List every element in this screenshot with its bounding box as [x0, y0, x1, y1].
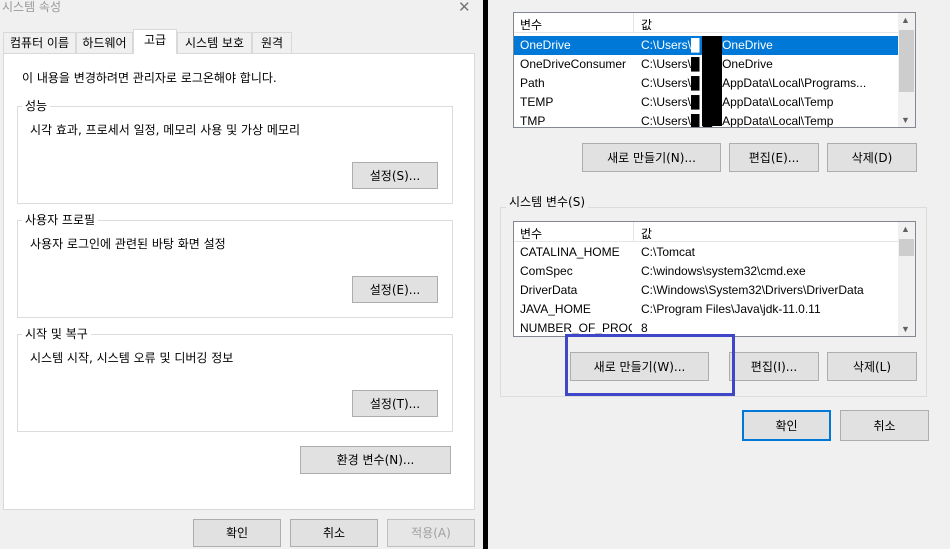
user-variables-scrollbar[interactable]: ▲ ▼ — [898, 13, 915, 127]
tab-hardware[interactable]: 하드웨어 — [76, 32, 133, 54]
column-value[interactable]: 값 — [641, 16, 652, 33]
user-profile-label: 사용자 프로필 — [22, 213, 99, 227]
row-variable: CATALINA_HOME — [520, 245, 620, 259]
system-delete-button[interactable]: 삭제(L) — [827, 352, 917, 381]
user-edit-button[interactable]: 편집(E)... — [729, 143, 819, 172]
cancel-button[interactable]: 취소 — [290, 519, 378, 547]
column-variable[interactable]: 변수 — [520, 16, 542, 33]
user-profile-group — [17, 220, 453, 318]
performance-desc: 시각 효과, 프로세서 일정, 메모리 사용 및 가상 메모리 — [30, 123, 300, 137]
startup-recovery-settings-button[interactable]: 설정(T)... — [352, 390, 438, 417]
system-edit-button[interactable]: 편집(I)... — [729, 352, 819, 381]
table-row[interactable]: DriverData C:\Windows\System32\Drivers\D… — [514, 281, 899, 300]
environment-variables-button[interactable]: 환경 변수(N)... — [300, 446, 451, 474]
highlight-annotation — [565, 334, 735, 396]
performance-label: 성능 — [22, 99, 51, 113]
performance-settings-button[interactable]: 설정(S)... — [352, 162, 438, 189]
user-profile-settings-button[interactable]: 설정(E)... — [352, 276, 438, 303]
scroll-down-icon[interactable]: ▼ — [901, 115, 910, 125]
system-variables-label: 시스템 변수(S) — [506, 195, 588, 209]
scroll-thumb[interactable] — [899, 239, 914, 256]
user-new-button[interactable]: 새로 만들기(N)... — [582, 143, 721, 172]
env-ok-button[interactable]: 확인 — [742, 410, 831, 441]
startup-recovery-desc: 시스템 시작, 시스템 오류 및 디버깅 정보 — [30, 351, 234, 365]
redaction-bar — [702, 36, 722, 126]
window-title: 시스템 속성 — [2, 0, 62, 14]
tab-advanced[interactable]: 고급 — [133, 29, 177, 54]
tab-computer-name[interactable]: 컴퓨터 이름 — [3, 32, 76, 54]
row-value: C:\Users\█ ▇0\AppData\Local\Temp — [641, 95, 834, 109]
row-value: C:\Windows\System32\Drivers\DriverData — [641, 283, 864, 297]
row-value: C:\Program Files\Java\jdk-11.0.11 — [641, 302, 821, 316]
startup-recovery-label: 시작 및 복구 — [22, 327, 91, 341]
row-variable: Path — [520, 76, 545, 90]
row-variable: ComSpec — [520, 264, 573, 278]
scroll-down-icon[interactable]: ▼ — [901, 324, 910, 334]
admin-notice: 이 내용을 변경하려면 관리자로 로그온해야 합니다. — [22, 71, 277, 85]
column-value[interactable]: 값 — [641, 225, 652, 242]
row-value: C:\windows\system32\cmd.exe — [641, 264, 806, 278]
column-variable[interactable]: 변수 — [520, 225, 542, 242]
system-variables-header: 변수 값 — [514, 222, 899, 242]
env-cancel-button[interactable]: 취소 — [840, 410, 929, 441]
performance-group — [17, 106, 453, 204]
row-variable: JAVA_HOME — [520, 302, 591, 316]
user-variables-header: 변수 값 — [514, 13, 899, 33]
table-row[interactable]: JAVA_HOME C:\Program Files\Java\jdk-11.0… — [514, 300, 899, 319]
tab-system-protection[interactable]: 시스템 보호 — [177, 32, 252, 54]
ok-button[interactable]: 확인 — [193, 519, 281, 547]
table-row[interactable]: CATALINA_HOME C:\Tomcat — [514, 243, 899, 262]
row-variable: OneDriveConsumer — [520, 57, 627, 71]
system-variables-list[interactable]: 변수 값 CATALINA_HOME C:\Tomcat ComSpec C:\… — [513, 221, 916, 337]
apply-button[interactable]: 적용(A) — [387, 519, 475, 547]
system-variables-scrollbar[interactable]: ▲ ▼ — [898, 222, 915, 336]
row-variable: TMP — [520, 114, 546, 128]
tab-remote[interactable]: 원격 — [252, 32, 292, 54]
row-value: C:\Tomcat — [641, 245, 696, 259]
row-value: C:\Users\█ ▇0\AppData\Local\Programs... — [641, 76, 867, 90]
system-properties-window: 시스템 속성 ✕ 컴퓨터 이름 하드웨어 고급 시스템 보호 원격 이 내용을 … — [0, 0, 483, 549]
scroll-up-icon[interactable]: ▲ — [901, 15, 910, 25]
table-row[interactable]: ComSpec C:\windows\system32\cmd.exe — [514, 262, 899, 281]
close-icon[interactable]: ✕ — [458, 0, 471, 15]
user-profile-desc: 사용자 로그인에 관련된 바탕 화면 설정 — [30, 237, 226, 251]
row-variable: DriverData — [520, 283, 578, 297]
startup-recovery-group — [17, 334, 453, 432]
row-variable: OneDrive — [520, 38, 571, 52]
row-variable: TEMP — [520, 95, 554, 109]
scroll-up-icon[interactable]: ▲ — [901, 224, 910, 234]
user-delete-button[interactable]: 삭제(D) — [827, 143, 917, 172]
scroll-thumb[interactable] — [899, 30, 914, 92]
row-value: C:\Users\█ ▇0\AppData\Local\Temp — [641, 114, 834, 128]
